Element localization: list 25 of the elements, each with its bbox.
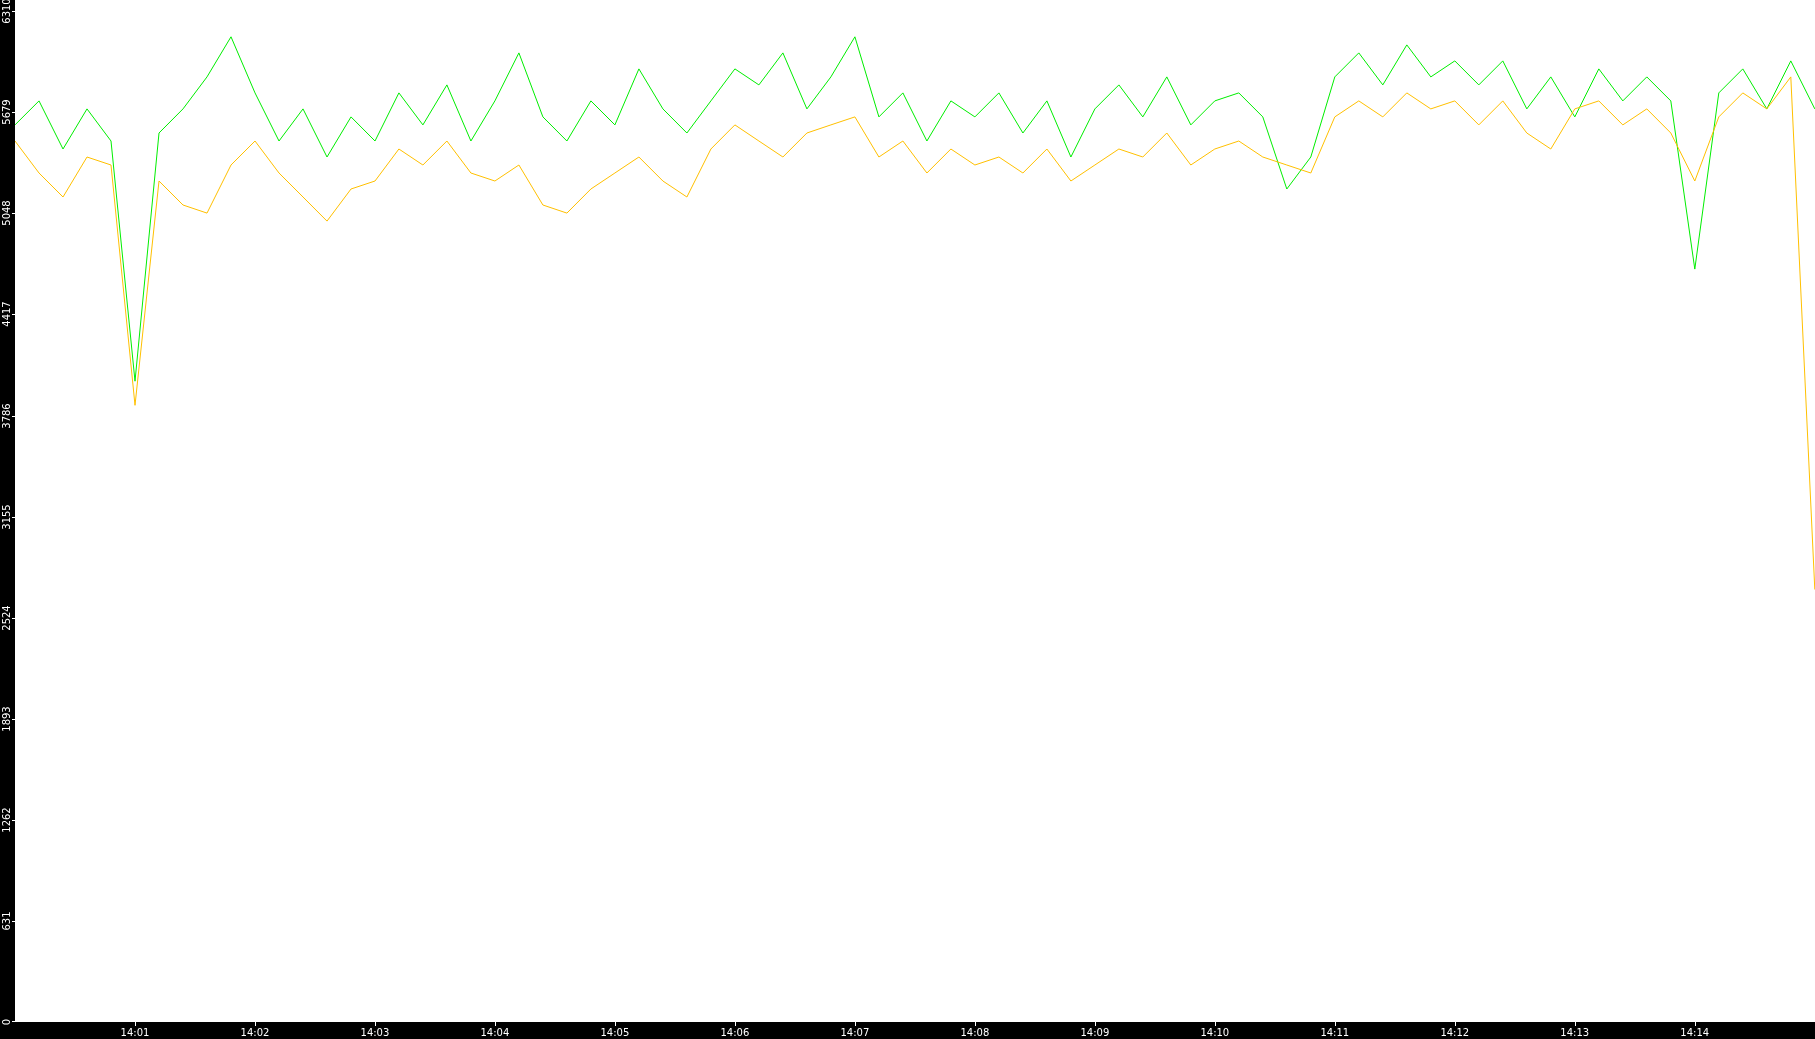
axis-label: 14:10 — [1200, 1027, 1230, 1038]
axis-label: 14:08 — [960, 1027, 990, 1038]
axis-label: 14:06 — [720, 1027, 750, 1038]
axis-label: 14:14 — [1680, 1027, 1710, 1038]
axis-label: 14:05 — [600, 1027, 630, 1038]
axis-label: 1893 — [1, 706, 12, 732]
axis-label: 4417 — [1, 301, 12, 328]
axis-label: 14:13 — [1560, 1027, 1590, 1038]
axis-label: 0 — [1, 1018, 12, 1026]
axis-label: 6310 — [1, 0, 12, 24]
axis-label: 14:07 — [840, 1027, 870, 1038]
axis-label: 5048 — [1, 200, 12, 227]
axis-label: 14:11 — [1320, 1027, 1350, 1038]
axis-label: 1262 — [1, 807, 12, 833]
axis-label: 3786 — [1, 402, 12, 429]
axis-label: 631 — [1, 911, 12, 931]
axis-label: 14:04 — [480, 1027, 510, 1038]
axis-label: 14:01 — [120, 1027, 150, 1038]
axis-label: 14:02 — [240, 1027, 270, 1038]
axis-label: 14:03 — [360, 1027, 390, 1038]
axis-label: 5679 — [1, 99, 12, 125]
axis-label: 14:12 — [1440, 1027, 1470, 1038]
axis-label: 14:09 — [1080, 1027, 1110, 1038]
axis-label: 2524 — [1, 604, 12, 631]
axis-label: 3155 — [1, 503, 12, 530]
